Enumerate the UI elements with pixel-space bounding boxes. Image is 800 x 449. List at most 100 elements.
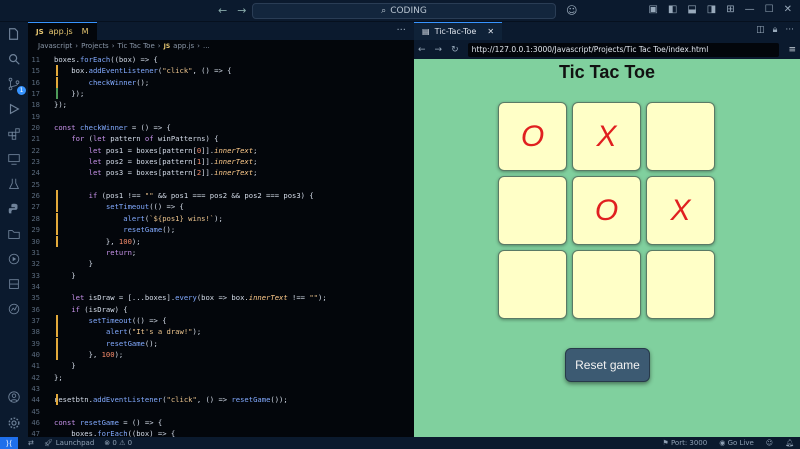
tab-app-js[interactable]: JS app.js M bbox=[28, 22, 97, 40]
code-line[interactable]: 27 setTimeout(() => { bbox=[28, 201, 414, 213]
board-cell[interactable]: O bbox=[572, 176, 641, 245]
code-line[interactable]: 45 bbox=[28, 406, 414, 417]
url-input[interactable]: http://127.0.0.1:3000/Javascript/Project… bbox=[467, 42, 780, 57]
layout-toggle-icon[interactable]: ▣ bbox=[648, 4, 657, 15]
status-copilot-icon[interactable]: ☺ bbox=[766, 439, 773, 447]
back-arrow-icon[interactable]: ← bbox=[418, 45, 426, 55]
code-area[interactable]: 11 boxes.forEach((box) => {15 box.addEven… bbox=[28, 52, 414, 437]
code-line[interactable]: 26 if (pos1 !== "" && pos1 === pos2 && p… bbox=[28, 190, 414, 202]
sidebar-toggle-icon[interactable]: ◧ bbox=[668, 4, 677, 15]
code-line[interactable]: 31 return; bbox=[28, 247, 414, 258]
code-line[interactable]: 15 box.addEventListener("click", () => { bbox=[28, 65, 414, 77]
python-icon[interactable] bbox=[6, 201, 22, 217]
maximize-icon[interactable]: ☐ bbox=[765, 4, 774, 15]
code-line[interactable]: 17 }); bbox=[28, 88, 414, 100]
code-line[interactable]: 20 const checkWinner = () => { bbox=[28, 122, 414, 133]
status-port[interactable]: ⚑ Port: 3000 bbox=[662, 439, 707, 447]
close-icon[interactable]: ✕ bbox=[784, 4, 792, 15]
search-icon: ⌕ bbox=[381, 6, 387, 16]
code-line[interactable]: 37 setTimeout(() => { bbox=[28, 314, 414, 326]
code-line[interactable]: 22 let pos1 = boxes[pattern[0]].innerTex… bbox=[28, 145, 414, 156]
extensions-icon[interactable] bbox=[6, 126, 22, 142]
code-line[interactable]: 16 checkWinner(); bbox=[28, 76, 414, 88]
breadcrumb-item[interactable]: Javascript bbox=[38, 42, 72, 50]
status-sync-icon[interactable]: ⇄ bbox=[28, 439, 34, 447]
board-cell[interactable]: O bbox=[498, 102, 567, 171]
status-launchpad[interactable]: 🚀︎ Launchpad bbox=[44, 439, 94, 447]
board-cell[interactable]: X bbox=[572, 102, 641, 171]
board-cell[interactable] bbox=[498, 176, 567, 245]
command-center-search[interactable]: ⌕ CODING bbox=[252, 3, 556, 19]
run-debug-icon[interactable] bbox=[6, 101, 22, 117]
forward-arrow-icon[interactable]: → bbox=[237, 4, 246, 17]
panel-toggle-icon[interactable]: ⬓ bbox=[687, 4, 696, 15]
code-line[interactable]: 34 bbox=[28, 281, 414, 292]
code-line[interactable]: 23 let pos2 = boxes[pattern[1]].innerTex… bbox=[28, 156, 414, 167]
code-line[interactable]: 18}); bbox=[28, 99, 414, 110]
more-actions-icon[interactable]: ··· bbox=[396, 25, 406, 36]
chart-icon[interactable] bbox=[6, 301, 22, 317]
gear-icon[interactable] bbox=[6, 415, 22, 431]
back-arrow-icon[interactable]: ← bbox=[218, 4, 227, 17]
customize-layout-icon[interactable]: ⊞ bbox=[726, 4, 734, 15]
close-tab-icon[interactable]: ✕ bbox=[487, 27, 494, 36]
code-line[interactable]: 42}; bbox=[28, 372, 414, 383]
board-cell[interactable] bbox=[646, 102, 715, 171]
code-line[interactable]: 41 } bbox=[28, 360, 414, 371]
git-change-marker bbox=[56, 394, 58, 406]
code-line[interactable]: 35 let isDraw = [...boxes].every(box => … bbox=[28, 292, 414, 303]
code-line[interactable]: 30 }, 100); bbox=[28, 235, 414, 247]
code-line[interactable]: 47 boxes.forEach((box) => { bbox=[28, 428, 414, 437]
breadcrumb-item[interactable]: Projects bbox=[81, 42, 109, 50]
explorer-icon[interactable] bbox=[6, 26, 22, 42]
code-line[interactable]: 19 bbox=[28, 111, 414, 122]
remote-indicator-icon[interactable]: ⟩⟨ bbox=[0, 437, 18, 449]
board-cell[interactable]: X bbox=[646, 176, 715, 245]
more-actions-icon[interactable]: ··· bbox=[785, 25, 794, 35]
minimize-icon[interactable]: — bbox=[745, 4, 755, 15]
reload-icon[interactable]: ↻ bbox=[451, 45, 459, 55]
board-cell[interactable] bbox=[498, 250, 567, 319]
lock-icon[interactable]: 🔒︎ bbox=[773, 25, 778, 35]
status-problems[interactable]: ⊗ 0 ⚠ 0 bbox=[104, 439, 132, 447]
breadcrumb-item[interactable]: app.js bbox=[173, 42, 194, 50]
timeline-icon[interactable] bbox=[6, 276, 22, 292]
board-cell[interactable] bbox=[572, 250, 641, 319]
menu-icon[interactable]: ≡ bbox=[788, 45, 796, 55]
code-line[interactable]: 21 for (let pattern of winPatterns) { bbox=[28, 133, 414, 144]
code-line[interactable]: 40 }, 100); bbox=[28, 348, 414, 360]
code-line[interactable]: 36 if (isDraw) { bbox=[28, 304, 414, 315]
code-text: resetGame(); bbox=[105, 338, 158, 348]
notifications-icon[interactable]: 🔔︎ bbox=[785, 439, 794, 447]
status-go-live[interactable]: ◉ Go Live bbox=[719, 439, 754, 447]
remote-explorer-icon[interactable] bbox=[6, 151, 22, 167]
live-share-icon[interactable] bbox=[6, 251, 22, 267]
code-line[interactable]: 39 resetGame(); bbox=[28, 337, 414, 349]
copilot-icon[interactable]: ☺ bbox=[566, 4, 577, 17]
line-number: 46 bbox=[31, 418, 40, 427]
tab-tic-tac-toe[interactable]: ▤ Tic-Tac-Toe ✕ bbox=[414, 22, 503, 40]
folder-icon[interactable] bbox=[6, 226, 22, 242]
code-line[interactable]: 29 resetGame(); bbox=[28, 224, 414, 236]
code-line[interactable]: 28 alert(`${pos1} wins!`); bbox=[28, 212, 414, 224]
forward-arrow-icon[interactable]: → bbox=[435, 45, 443, 55]
code-line[interactable]: 43 bbox=[28, 383, 414, 394]
secondary-sidebar-icon[interactable]: ◨ bbox=[707, 4, 716, 15]
split-editor-icon[interactable]: ◫ bbox=[756, 25, 765, 35]
code-line[interactable]: 44 resetbtn.addEventListener("click", () … bbox=[28, 394, 414, 406]
code-line[interactable]: 24 let pos3 = boxes[pattern[2]].innerTex… bbox=[28, 167, 414, 178]
reset-game-button[interactable]: Reset game bbox=[565, 348, 650, 382]
code-line[interactable]: 25 bbox=[28, 179, 414, 190]
code-line[interactable]: 46 const resetGame = () => { bbox=[28, 417, 414, 428]
testing-icon[interactable] bbox=[6, 176, 22, 192]
code-line[interactable]: 11 boxes.forEach((box) => { bbox=[28, 54, 414, 65]
code-line[interactable]: 32 } bbox=[28, 258, 414, 269]
source-control-icon[interactable]: 1 bbox=[6, 76, 26, 95]
code-line[interactable]: 38 alert("It's a draw!"); bbox=[28, 326, 414, 338]
board-cell[interactable] bbox=[646, 250, 715, 319]
search-icon[interactable] bbox=[6, 51, 22, 67]
breadcrumb-item[interactable]: Tic Tac Toe bbox=[118, 42, 155, 50]
account-icon[interactable] bbox=[6, 389, 22, 405]
breadcrumb-item[interactable]: ... bbox=[203, 42, 210, 50]
code-line[interactable]: 33 } bbox=[28, 270, 414, 281]
